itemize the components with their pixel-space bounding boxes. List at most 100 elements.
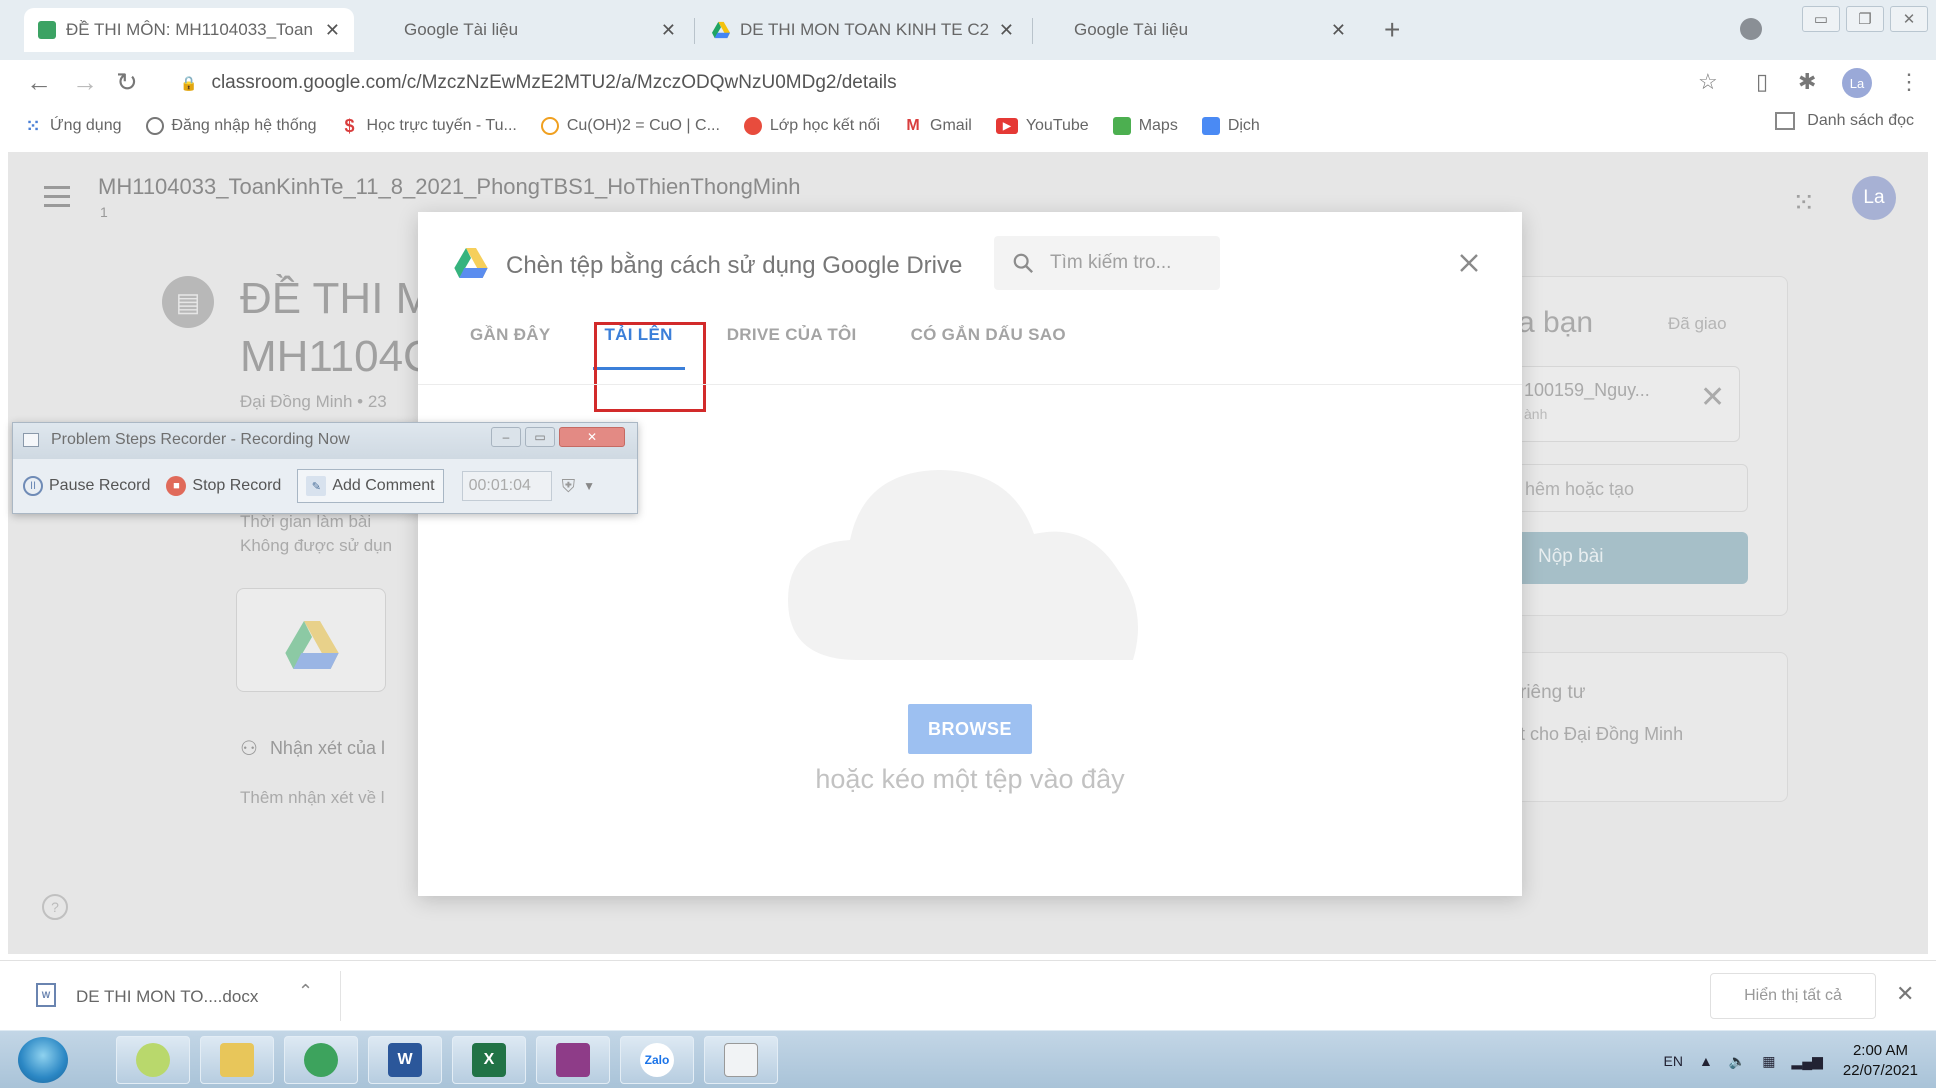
minimize-icon[interactable]: ▭ — [1802, 6, 1840, 32]
remove-file-icon[interactable]: ✕ — [1700, 380, 1725, 415]
bookmark-cuoh2[interactable]: Cu(OH)2 = CuO | C... — [540, 117, 720, 135]
psr-titlebar[interactable]: Problem Steps Recorder - Recording Now –… — [13, 423, 637, 459]
add-or-create-button[interactable]: hêm hoặc tạo — [1488, 464, 1748, 512]
tab-close-icon[interactable]: ✕ — [661, 20, 676, 41]
dropdown-arrow-icon[interactable]: ▼ — [583, 479, 595, 493]
excel-icon: X — [472, 1043, 506, 1077]
chevron-up-icon[interactable]: ⌃ — [298, 981, 313, 1002]
course-section: 1 — [100, 204, 108, 220]
tab-title: ĐỀ THI MÔN: MH1104033_Toan — [66, 20, 313, 39]
reload-icon[interactable]: ↻ — [116, 67, 138, 98]
pause-label: Pause Record — [49, 477, 151, 494]
course-title[interactable]: MH1104033_ToanKinhTe_11_8_2021_PhongTBS1… — [98, 174, 801, 200]
help-icon[interactable]: ? — [42, 894, 68, 920]
tab-close-icon[interactable]: ✕ — [325, 20, 340, 41]
signal-icon[interactable]: ▂▄▆ — [1791, 1053, 1822, 1070]
bookmark-label: Học trực tuyến - Tu... — [366, 117, 517, 134]
window-controls: ▭ ❐ ✕ — [1802, 6, 1928, 32]
zalo-icon: Zalo — [640, 1043, 674, 1077]
work-status: Đã giao — [1668, 314, 1727, 333]
clock[interactable]: 2:00 AM 22/07/2021 — [1843, 1041, 1918, 1081]
taskbar-app-zalo[interactable]: Zalo — [620, 1036, 694, 1084]
maps-icon — [1112, 117, 1131, 135]
add-class-comment[interactable]: Thêm nhận xét về l — [240, 788, 385, 808]
add-comment-button[interactable]: ✎ Add Comment — [297, 469, 444, 503]
google-drive-logo-icon — [454, 248, 488, 278]
tab-search-icon[interactable] — [1740, 18, 1762, 40]
bookmark-label: YouTube — [1025, 117, 1089, 134]
language-indicator[interactable]: EN — [1663, 1053, 1682, 1069]
taskbar-app-winrar[interactable] — [536, 1036, 610, 1084]
profile-avatar[interactable]: La — [1842, 68, 1872, 98]
tab-upload[interactable]: TẢI LÊN — [587, 300, 691, 370]
bookmark-login[interactable]: Đăng nhập hệ thống — [145, 117, 317, 135]
taskbar-app-chrome-alt[interactable] — [116, 1036, 190, 1084]
psr-maximize-icon[interactable]: ▭ — [525, 427, 555, 447]
bookmark-maps[interactable]: Maps — [1112, 117, 1178, 135]
stop-label: Stop Record — [192, 477, 282, 494]
bookmark-online-learning[interactable]: $ Học trực tuyến - Tu... — [340, 116, 517, 136]
google-apps-icon[interactable]: ⁙ — [1792, 186, 1815, 219]
assignment-description-line2: Không được sử dụn — [240, 536, 393, 555]
assignment-description: Thời gian làm bài — [240, 512, 372, 531]
submit-button[interactable]: Nộp bài — [1488, 532, 1748, 584]
tray-expand-icon[interactable]: ▲ — [1699, 1053, 1713, 1069]
bookmark-label: Cu(OH)2 = CuO | C... — [566, 117, 720, 134]
close-icon[interactable] — [1452, 246, 1486, 280]
restore-icon[interactable]: ❐ — [1846, 6, 1884, 32]
search-input[interactable] — [1050, 252, 1200, 274]
reading-list[interactable]: Danh sách đọc — [1775, 112, 1914, 130]
back-arrow-icon[interactable]: ← — [26, 67, 52, 98]
tab-assignment[interactable]: ĐỀ THI MÔN: MH1104033_Toan ✕ — [24, 8, 354, 52]
close-window-icon[interactable]: ✕ — [1890, 6, 1928, 32]
tab-close-icon[interactable]: ✕ — [1331, 20, 1346, 41]
bookmark-star-icon[interactable]: ☆ — [1698, 69, 1718, 95]
winrar-icon — [556, 1043, 590, 1077]
extension-page-icon[interactable]: ▯ — [1756, 69, 1768, 95]
tab-google-docs-1[interactable]: Google Tài liệu ✕ — [390, 8, 690, 52]
volume-icon[interactable]: 🔈 — [1729, 1053, 1746, 1070]
add-private-comment[interactable]: t cho Đại Đồng Minh — [1520, 724, 1683, 745]
start-button-icon[interactable] — [18, 1037, 68, 1083]
bookmark-apps[interactable]: ⁙ Ứng dụng — [24, 116, 122, 136]
taskbar-app-psr[interactable] — [704, 1036, 778, 1084]
tab-starred[interactable]: CÓ GẮN DẤU SAO — [893, 300, 1084, 370]
address-bar[interactable]: 🔒 classroom.google.com/c/MzczNzEwMzE2MTU… — [160, 66, 1720, 100]
extensions-puzzle-icon[interactable]: ✱ — [1798, 69, 1816, 95]
browse-button[interactable]: BROWSE — [908, 704, 1032, 754]
pause-record-button[interactable]: II Pause Record — [23, 476, 150, 496]
tab-drive-exam[interactable]: DE THI MON TOAN KINH TE C2 ✕ — [698, 8, 1028, 52]
new-tab-plus-icon[interactable]: + — [1384, 14, 1400, 46]
taskbar-app-explorer[interactable] — [200, 1036, 274, 1084]
hamburger-menu-icon[interactable] — [44, 186, 70, 213]
shield-icon: ⛨ — [561, 475, 576, 496]
bookmark-gmail[interactable]: M Gmail — [904, 117, 972, 135]
reading-list-label: Danh sách đọc — [1807, 112, 1914, 129]
tab-google-docs-2[interactable]: Google Tài liệu ✕ — [1060, 8, 1360, 52]
psr-minimize-icon[interactable]: – — [491, 427, 521, 447]
menu-kebab-icon[interactable]: ⋮ — [1898, 69, 1920, 95]
bookmark-label: Gmail — [930, 117, 972, 134]
network-icon[interactable]: ▦ — [1762, 1053, 1775, 1070]
show-all-button[interactable]: Hiển thị tất cả — [1710, 973, 1876, 1019]
tab-title: Google Tài liệu — [1074, 20, 1189, 39]
clock-date: 22/07/2021 — [1842, 1062, 1918, 1079]
bookmark-translate[interactable]: Dịch — [1201, 117, 1260, 135]
picker-search-box[interactable] — [994, 236, 1220, 290]
attachment-card[interactable] — [236, 588, 386, 692]
tab-my-drive[interactable]: DRIVE CỦA TÔI — [709, 300, 875, 370]
bookmark-connected-class[interactable]: Lớp học kết nối — [743, 117, 880, 135]
download-file-name[interactable]: DE THI MON TO....docx — [76, 987, 258, 1007]
forward-arrow-icon[interactable]: → — [72, 67, 98, 98]
tab-close-icon[interactable]: ✕ — [999, 20, 1014, 41]
taskbar-app-excel[interactable]: X — [452, 1036, 526, 1084]
tab-recent[interactable]: GẦN ĐÂY — [452, 300, 569, 370]
stop-record-button[interactable]: ■ Stop Record — [166, 476, 281, 496]
close-download-bar-icon[interactable]: ✕ — [1896, 981, 1914, 1007]
psr-close-icon[interactable]: ✕ — [559, 427, 625, 447]
download-bar: W DE THI MON TO....docx ⌃ Hiển thị tất c… — [0, 960, 1936, 1030]
bookmark-youtube[interactable]: ▶ YouTube — [995, 117, 1089, 135]
taskbar-app-coccoc[interactable] — [284, 1036, 358, 1084]
account-avatar[interactable]: La — [1852, 176, 1896, 220]
taskbar-app-word[interactable]: W — [368, 1036, 442, 1084]
